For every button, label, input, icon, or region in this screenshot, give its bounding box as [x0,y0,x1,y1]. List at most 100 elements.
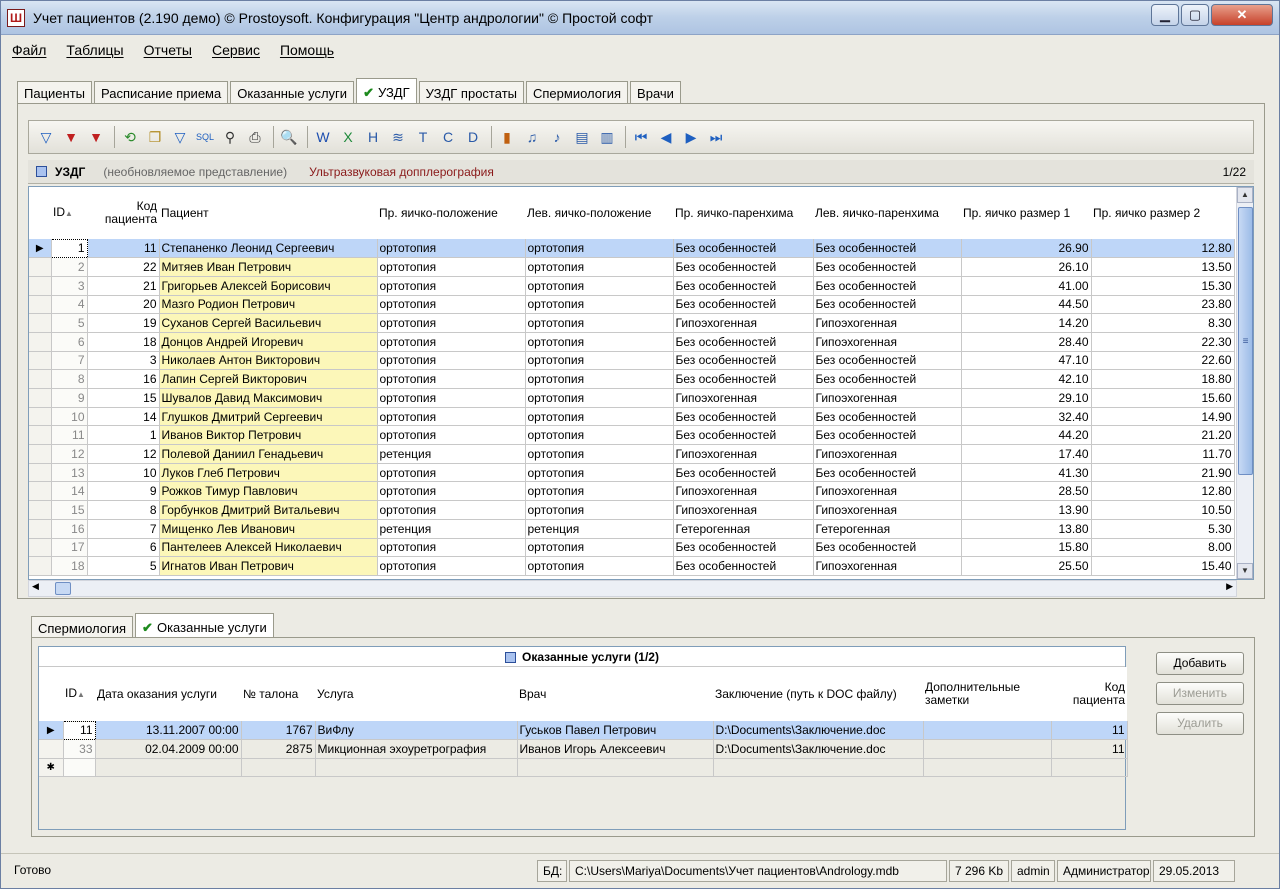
table-cell[interactable]: 10 [87,463,160,483]
table-cell[interactable]: Без особенностей [813,463,962,483]
services-header-patient-code[interactable]: Код пациента [1051,667,1127,721]
table-cell[interactable]: ортотопия [377,425,526,446]
scroll-left-icon[interactable]: ◀ [32,581,39,592]
table-cell[interactable]: Луков Глеб Петрович [159,463,378,483]
table-cell[interactable]: 29.10 [961,388,1092,408]
last-record-icon[interactable]: ⏭ [705,126,727,148]
uzdg-grid[interactable]: ID▲ Код пациента Пациент Пр. яичко-полож… [28,186,1254,580]
table-cell[interactable]: ортотопия [525,556,674,576]
table-cell[interactable]: Гипоэхогенная [813,556,962,576]
preview-icon[interactable]: 🔍 [278,126,300,148]
export-text-icon[interactable]: T [412,126,434,148]
table-cell[interactable]: 9 [51,388,88,408]
table-cell[interactable] [517,758,714,777]
table-cell[interactable]: 41.30 [961,463,1092,483]
table-cell[interactable]: 13 [51,463,88,483]
table-cell[interactable]: Без особенностей [673,332,814,352]
table-cell[interactable]: Гипоэхогенная [813,444,962,464]
table-row[interactable]: 4 20 Мазго Родион Петрович ортотопия ортотоп… [29,295,1235,315]
table-row[interactable]: 6 18 Донцов Андрей Игоревич ортотопия ортото… [29,332,1235,352]
table-cell[interactable]: ортотопия [525,444,674,464]
table-cell[interactable]: 8.30 [1091,313,1235,333]
services-header-conclusion[interactable]: Заключение (путь к DOC файлу) [713,667,923,721]
table-cell[interactable]: ортотопия [377,538,526,558]
table-row[interactable]: 9 15 Шувалов Давид Максимович ортотопия орто… [29,388,1235,408]
row-indicator[interactable] [29,425,52,446]
table-cell[interactable]: Митяев Иван Петрович [159,257,378,277]
table-cell[interactable]: Без особенностей [673,239,814,259]
table-cell[interactable]: ретенция [525,519,674,539]
table-cell[interactable]: Без особенностей [813,276,962,296]
export-csv-icon[interactable]: C [437,126,459,148]
row-indicator[interactable] [29,276,52,296]
table-cell[interactable]: Игнатов Иван Петрович [159,556,378,576]
first-record-icon[interactable]: ⏮ [630,126,652,148]
table-cell[interactable]: 5.30 [1091,519,1235,539]
table-cell[interactable]: ортотопия [377,239,526,259]
chart-icon[interactable]: ▮ [496,126,518,148]
services-grid[interactable]: Оказанные услуги (1/2) ID▲ Дата оказания… [38,646,1128,830]
table-cell[interactable]: Без особенностей [813,257,962,277]
row-indicator[interactable] [29,369,52,389]
table-cell[interactable]: 5 [51,313,88,333]
table-cell[interactable]: 14 [87,407,160,427]
table-cell[interactable]: Гипоэхогенная [813,500,962,520]
table-cell[interactable]: 2 [51,257,88,277]
export-xml-icon[interactable]: ≋ [387,126,409,148]
grid-header-left-parenchyma[interactable]: Лев. яичко-паренхима [813,187,961,239]
table-cell[interactable]: 12.80 [1091,481,1235,502]
table-cell[interactable]: 28.50 [961,481,1092,502]
table-cell[interactable]: Степаненко Леонид Сергеевич [159,239,378,259]
table-cell[interactable]: Микционная эхоуретрография [315,739,518,759]
table-row[interactable]: 18 5 Игнатов Иван Петрович ортотопия ортотоп… [29,556,1235,576]
table-cell[interactable]: D:\Documents\Заключение.doc [713,739,924,759]
services-header-notes[interactable]: Дополнительные заметки [923,667,1051,721]
table-cell[interactable]: 15.80 [961,538,1092,558]
table-cell[interactable]: 1 [87,425,160,446]
table-cell[interactable]: 13.11.2007 00:00 [95,721,242,740]
row-indicator[interactable] [29,313,52,333]
table-cell[interactable]: 11.70 [1091,444,1235,464]
table-cell[interactable]: ортотопия [525,276,674,296]
table-cell[interactable]: 15 [51,500,88,520]
table-cell[interactable]: 5 [87,556,160,576]
table-cell[interactable]: ортотопия [377,313,526,333]
table-cell[interactable]: 32.40 [961,407,1092,427]
table-cell[interactable]: 3 [87,351,160,371]
grid-header-right-size-2[interactable]: Пр. яичко размер 2 [1091,187,1234,239]
table-row[interactable]: 13 10 Луков Глеб Петрович ортотопия ортотопи… [29,463,1235,483]
table-cell[interactable]: Шувалов Давид Максимович [159,388,378,408]
table-cell[interactable]: 1 [50,238,88,259]
table-cell[interactable]: Гипоэхогенная [673,444,814,464]
table-cell[interactable]: 21.90 [1091,463,1235,483]
table-cell[interactable]: 17.40 [961,444,1092,464]
filter-edit-icon[interactable]: ▽ [169,126,191,148]
table-cell[interactable]: ретенция [377,444,526,464]
table-cell[interactable]: 26.10 [961,257,1092,277]
table-cell[interactable]: 14 [51,481,88,502]
row-indicator[interactable] [29,556,52,576]
table-cell[interactable]: Без особенностей [673,463,814,483]
table-cell[interactable]: Без особенностей [813,538,962,558]
grid-header-patient-code[interactable]: Код пациента [87,187,159,239]
table-cell[interactable]: 13.50 [1091,257,1235,277]
row-indicator[interactable]: ▶ [39,721,64,740]
table-cell[interactable]: 10 [51,407,88,427]
filter-clear-icon[interactable]: ▼ [85,126,107,148]
table-row[interactable]: 16 7 Мищенко Лев Иванович ретенция ретенция Г… [29,519,1235,539]
table-cell[interactable] [1051,758,1128,777]
table-cell[interactable]: ортотопия [525,239,674,259]
table-cell[interactable]: 8 [51,369,88,389]
services-header-id[interactable]: ID▲ [63,667,95,721]
edit-button[interactable]: Изменить [1156,682,1244,705]
table-cell[interactable]: 18 [87,332,160,352]
row-indicator[interactable]: ▶ [29,239,52,259]
table-cell[interactable]: 47.10 [961,351,1092,371]
table-cell[interactable]: 7 [51,351,88,371]
table-cell[interactable]: 21.20 [1091,425,1235,446]
minimize-button[interactable]: ▁ [1151,4,1179,26]
table-cell[interactable]: Без особенностей [673,276,814,296]
table-cell[interactable] [923,739,1052,759]
table-cell[interactable]: ортотопия [377,407,526,427]
row-indicator[interactable] [29,407,52,427]
